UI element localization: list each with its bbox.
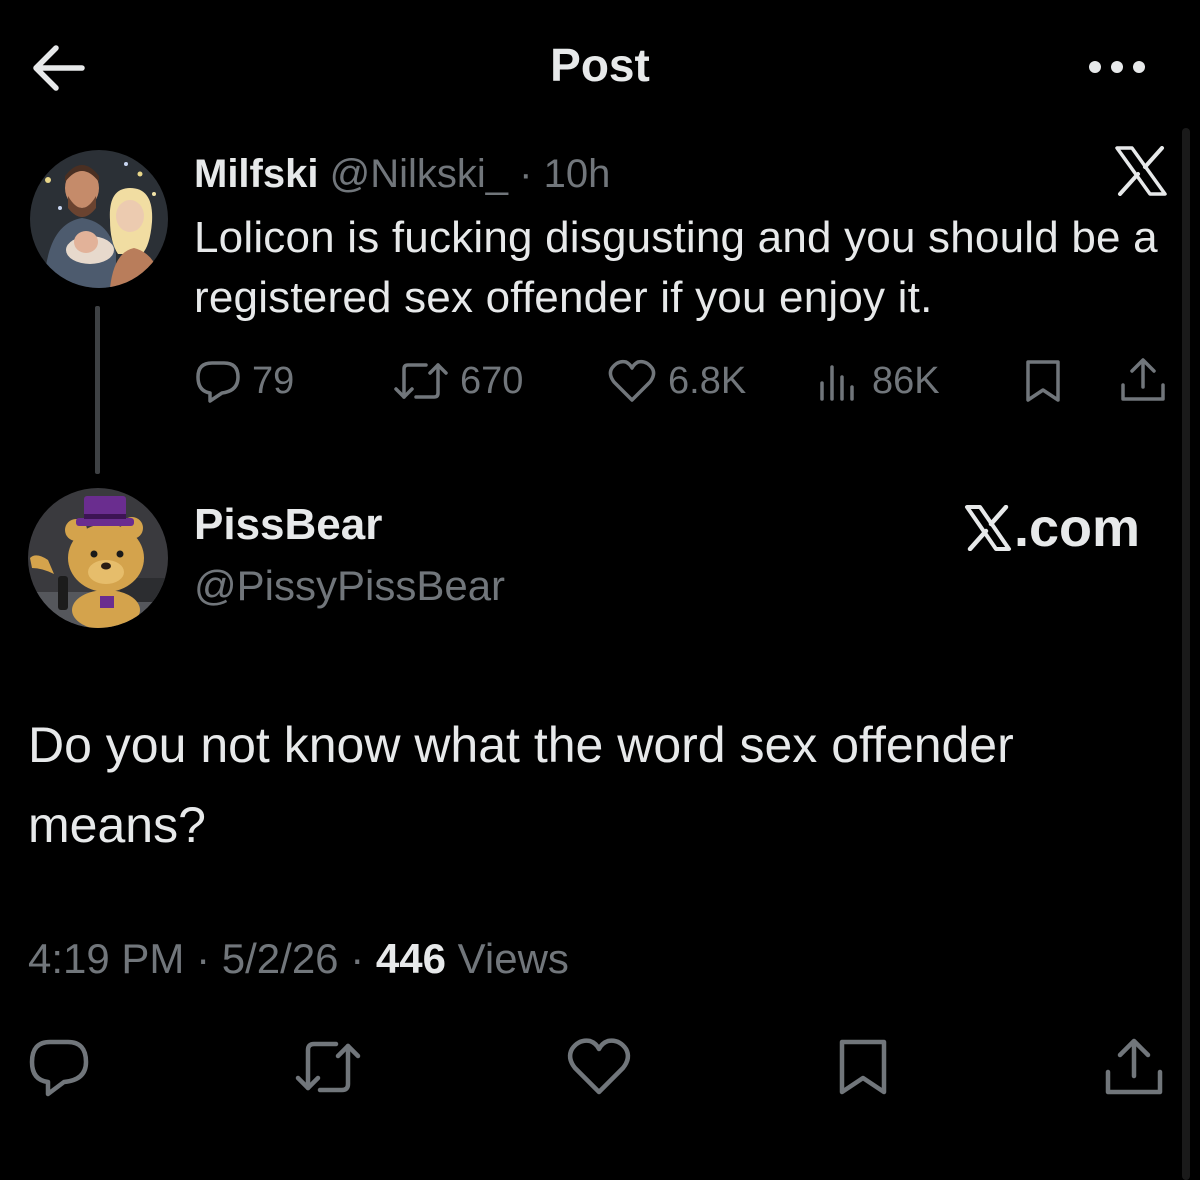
separator-dot: · [196, 935, 211, 982]
avatar[interactable] [30, 150, 168, 288]
more-horizontal-icon [1089, 61, 1145, 73]
like-button[interactable] [564, 1036, 634, 1098]
reply-button[interactable] [26, 1036, 92, 1098]
reply-button[interactable]: 79 [194, 356, 294, 406]
bookmark-icon [1026, 360, 1060, 402]
quoted-post-text: Lolicon is fucking disgusting and you sh… [194, 213, 1158, 322]
scrollbar[interactable] [1182, 128, 1190, 1180]
thread-line [95, 306, 100, 474]
post-text: Do you not know what the word sex offend… [28, 717, 1014, 853]
heart-icon [567, 1038, 631, 1095]
like-button[interactable]: 6.8K [606, 356, 746, 406]
share-icon [1105, 1038, 1163, 1095]
bookmark-button[interactable] [834, 1036, 892, 1098]
repost-icon [295, 1041, 361, 1093]
views-label: Views [457, 935, 569, 982]
separator-dot: · [519, 152, 533, 196]
x-logo-icon [965, 505, 1011, 551]
avatar[interactable] [28, 488, 168, 628]
x-logo-icon [1114, 146, 1168, 196]
repost-button[interactable] [292, 1036, 364, 1098]
bookmark-button[interactable] [1022, 356, 1064, 406]
post-date[interactable]: 5/2/26 [222, 935, 339, 982]
quoted-post-header: Milfski @Nilkski_ · 10h [194, 148, 610, 200]
reply-icon [196, 361, 240, 403]
post-time[interactable]: 4:19 PM [28, 935, 184, 982]
avatar-image [28, 488, 168, 628]
heart-icon [608, 359, 656, 402]
share-icon [1121, 358, 1165, 401]
author-name[interactable]: PissBear [194, 500, 382, 550]
x-com-text: .com [1014, 498, 1141, 558]
avatar-image [30, 150, 168, 288]
views-button[interactable]: 86K [816, 356, 940, 406]
share-button[interactable] [1118, 356, 1168, 406]
author-handle[interactable]: @Nilkski_ [330, 152, 508, 196]
more-button[interactable] [1085, 52, 1149, 82]
share-button[interactable] [1102, 1036, 1166, 1098]
x-com-watermark: .com [964, 498, 1140, 558]
post-metadata: 4:19 PM · 5/2/26 · 446 Views [28, 935, 569, 983]
repost-count: 670 [460, 359, 524, 402]
author-name[interactable]: Milfski [194, 152, 318, 196]
repost-button[interactable]: 670 [392, 356, 523, 406]
views-count[interactable]: 446 [376, 935, 446, 982]
reply-count: 79 [252, 359, 295, 402]
bookmark-icon [839, 1039, 887, 1095]
repost-icon [394, 363, 448, 399]
separator-dot: · [350, 935, 365, 982]
analytics-icon [820, 365, 854, 401]
page-title: Post [550, 39, 650, 91]
post-time[interactable]: 10h [544, 152, 611, 196]
reply-icon [29, 1039, 89, 1097]
views-count: 86K [872, 359, 940, 402]
like-count: 6.8K [668, 359, 747, 402]
author-handle[interactable]: @PissyPissBear [194, 562, 505, 610]
